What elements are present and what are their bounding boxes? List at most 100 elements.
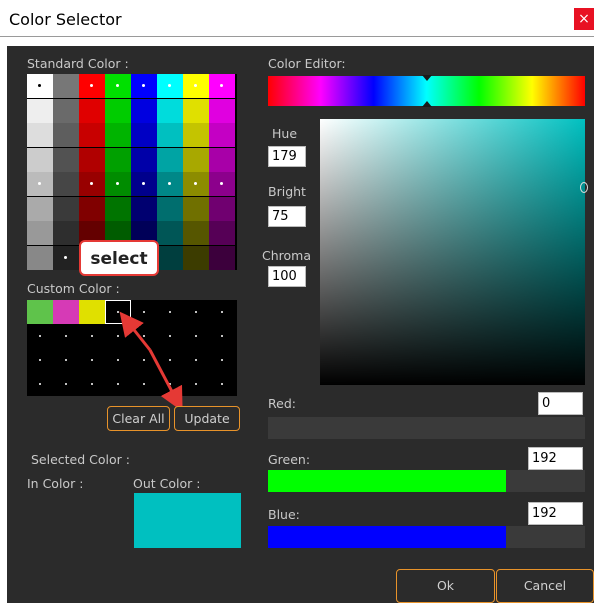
custom-cell-dot bbox=[143, 359, 145, 361]
custom-cell-dot bbox=[65, 383, 67, 385]
standard-swatch[interactable] bbox=[157, 221, 183, 245]
custom-cell-dot bbox=[169, 359, 171, 361]
swatch-dot bbox=[116, 182, 119, 185]
standard-swatch[interactable] bbox=[183, 246, 209, 270]
standard-swatch[interactable] bbox=[53, 172, 79, 196]
chroma-input[interactable] bbox=[268, 266, 306, 287]
standard-swatch[interactable] bbox=[27, 246, 53, 270]
custom-cell-dot bbox=[91, 335, 93, 337]
custom-swatch[interactable] bbox=[27, 300, 53, 324]
standard-swatch[interactable] bbox=[157, 123, 183, 147]
standard-swatch[interactable] bbox=[27, 123, 53, 147]
hue-label: Hue bbox=[272, 126, 298, 141]
bright-input[interactable] bbox=[268, 206, 306, 227]
custom-cell-dot bbox=[39, 359, 41, 361]
standard-swatch[interactable] bbox=[209, 246, 235, 270]
swatch-dot bbox=[38, 84, 41, 87]
standard-swatch[interactable] bbox=[79, 197, 105, 221]
custom-cell-dot bbox=[39, 383, 41, 385]
update-button[interactable]: Update bbox=[174, 406, 240, 431]
standard-swatch[interactable] bbox=[105, 99, 131, 123]
standard-swatch[interactable] bbox=[209, 197, 235, 221]
green-slider[interactable] bbox=[268, 470, 585, 492]
standard-swatch[interactable] bbox=[79, 148, 105, 172]
standard-swatch[interactable] bbox=[183, 148, 209, 172]
blue-slider[interactable] bbox=[268, 526, 585, 548]
saturation-brightness-field[interactable] bbox=[320, 119, 588, 385]
hue-input[interactable] bbox=[268, 146, 306, 167]
standard-swatch[interactable] bbox=[53, 123, 79, 147]
standard-swatch[interactable] bbox=[79, 99, 105, 123]
custom-cell-dot bbox=[143, 383, 145, 385]
standard-swatch[interactable] bbox=[131, 197, 157, 221]
standard-swatch[interactable] bbox=[183, 123, 209, 147]
swatch-dot bbox=[168, 84, 171, 87]
custom-cell-dot bbox=[117, 335, 119, 337]
red-slider[interactable] bbox=[268, 417, 585, 439]
custom-cell-dot bbox=[169, 311, 171, 313]
custom-swatch[interactable] bbox=[53, 300, 79, 324]
custom-swatch[interactable] bbox=[79, 300, 105, 324]
standard-swatch[interactable] bbox=[53, 99, 79, 123]
standard-swatch[interactable] bbox=[53, 221, 79, 245]
custom-cell-dot bbox=[221, 335, 223, 337]
blue-input[interactable] bbox=[528, 502, 583, 525]
hue-strip[interactable] bbox=[268, 75, 585, 107]
standard-swatch[interactable] bbox=[183, 99, 209, 123]
swatch-dot bbox=[90, 182, 93, 185]
standard-swatch[interactable] bbox=[53, 74, 79, 98]
standard-swatch[interactable] bbox=[131, 148, 157, 172]
standard-swatch[interactable] bbox=[131, 99, 157, 123]
blue-slider-fill bbox=[268, 526, 506, 548]
standard-swatch[interactable] bbox=[131, 123, 157, 147]
sv-cursor[interactable] bbox=[580, 182, 588, 193]
swatch-dot bbox=[220, 182, 223, 185]
custom-cell-dot bbox=[65, 359, 67, 361]
standard-swatch[interactable] bbox=[183, 197, 209, 221]
custom-cell-dot bbox=[91, 359, 93, 361]
ok-button[interactable]: Ok bbox=[396, 569, 495, 603]
standard-swatch[interactable] bbox=[209, 221, 235, 245]
custom-cell-dot bbox=[195, 335, 197, 337]
swatch-dot bbox=[90, 84, 93, 87]
standard-swatch[interactable] bbox=[209, 99, 235, 123]
standard-swatch[interactable] bbox=[105, 123, 131, 147]
standard-swatch[interactable] bbox=[53, 197, 79, 221]
custom-cell-dot bbox=[117, 383, 119, 385]
standard-swatch[interactable] bbox=[157, 99, 183, 123]
close-button[interactable]: × bbox=[574, 8, 594, 30]
custom-cell-dot bbox=[91, 383, 93, 385]
standard-swatch[interactable] bbox=[157, 148, 183, 172]
custom-cell-dot bbox=[143, 311, 145, 313]
standard-swatch[interactable] bbox=[27, 99, 53, 123]
cancel-button[interactable]: Cancel bbox=[496, 569, 594, 603]
bright-label: Bright bbox=[268, 184, 306, 199]
standard-swatch[interactable] bbox=[53, 148, 79, 172]
standard-swatch[interactable] bbox=[105, 197, 131, 221]
standard-swatch[interactable] bbox=[157, 197, 183, 221]
in-color-label: In Color : bbox=[27, 476, 84, 491]
chroma-label: Chroma bbox=[262, 248, 311, 263]
custom-color-label: Custom Color : bbox=[27, 281, 120, 296]
blue-label: Blue: bbox=[268, 507, 300, 522]
title-bar: Color Selector × bbox=[0, 0, 594, 37]
standard-swatch[interactable] bbox=[27, 148, 53, 172]
standard-swatch[interactable] bbox=[157, 246, 183, 270]
clear-all-button[interactable]: Clear All bbox=[107, 406, 170, 431]
standard-swatch[interactable] bbox=[27, 197, 53, 221]
standard-swatch[interactable] bbox=[209, 123, 235, 147]
swatch-dot bbox=[220, 84, 223, 87]
standard-swatch[interactable] bbox=[183, 221, 209, 245]
standard-swatch[interactable] bbox=[27, 221, 53, 245]
swatch-dot bbox=[168, 182, 171, 185]
standard-swatch[interactable] bbox=[209, 148, 235, 172]
custom-cell-dot bbox=[221, 359, 223, 361]
color-editor-label: Color Editor: bbox=[268, 56, 346, 71]
standard-swatch[interactable] bbox=[105, 148, 131, 172]
green-input[interactable] bbox=[528, 447, 583, 470]
green-slider-fill bbox=[268, 470, 506, 492]
standard-swatch[interactable] bbox=[79, 123, 105, 147]
custom-cell-dot bbox=[195, 383, 197, 385]
custom-cell-dot bbox=[117, 311, 119, 313]
red-input[interactable] bbox=[538, 392, 583, 415]
